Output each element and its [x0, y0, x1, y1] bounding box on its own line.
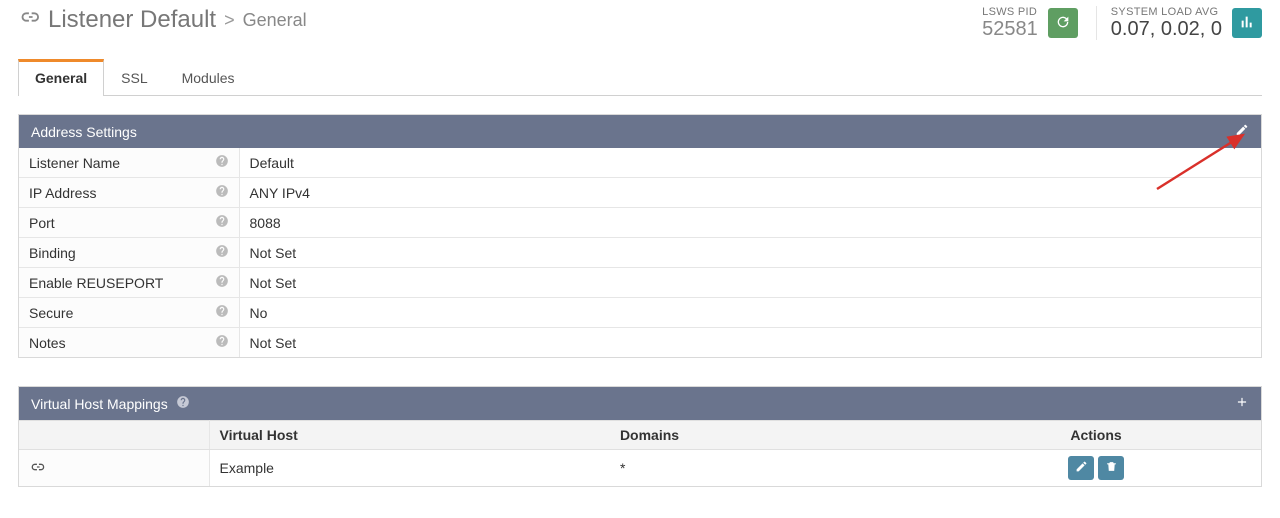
row-label: Listener Name: [29, 155, 120, 171]
breadcrumb: Listener Default > General: [18, 6, 307, 34]
help-icon[interactable]: [215, 154, 229, 171]
row-label: Binding: [29, 245, 76, 261]
page-title-sub: General: [243, 10, 307, 31]
edit-address-settings-button[interactable]: [1235, 123, 1249, 140]
edit-mapping-button[interactable]: [1068, 456, 1094, 480]
help-icon[interactable]: [176, 395, 190, 412]
panel-title: Virtual Host Mappings: [31, 396, 168, 412]
delete-mapping-button[interactable]: [1098, 456, 1124, 480]
help-icon[interactable]: [215, 244, 229, 261]
add-vhost-mapping-button[interactable]: [1235, 395, 1249, 412]
link-icon: [29, 462, 45, 478]
row-label: Secure: [29, 305, 73, 321]
table-row: Enable REUSEPORT Not Set: [19, 268, 1261, 298]
plus-icon: [1235, 395, 1249, 412]
row-label: IP Address: [29, 185, 96, 201]
stat-load-value: 0.07, 0.02, 0: [1111, 18, 1222, 40]
table-row: IP Address ANY IPv4: [19, 178, 1261, 208]
row-value: No: [239, 298, 1261, 328]
row-label: Port: [29, 215, 55, 231]
bar-chart-icon: [1239, 14, 1255, 33]
help-icon[interactable]: [215, 274, 229, 291]
row-value: ANY IPv4: [239, 178, 1261, 208]
table-row: Listener Name Default: [19, 148, 1261, 178]
row-value: Not Set: [239, 328, 1261, 358]
panel-title: Address Settings: [31, 124, 137, 140]
address-settings-table: Listener NameDefaultIP AddressANY IPv4Po…: [19, 148, 1261, 357]
stats-button[interactable]: [1232, 8, 1262, 38]
edit-icon: [1235, 123, 1249, 140]
stat-pid-label: LSWS PID: [982, 6, 1038, 18]
tabs: General SSL Modules: [18, 58, 1262, 96]
row-label: Enable REUSEPORT: [29, 275, 163, 291]
stat-pid-value: 52581: [982, 18, 1038, 40]
edit-icon: [1075, 460, 1088, 476]
help-icon[interactable]: [215, 304, 229, 321]
col-vhost: Virtual Host: [209, 421, 610, 450]
link-icon: [18, 6, 40, 34]
help-icon[interactable]: [215, 184, 229, 201]
trash-icon: [1105, 460, 1118, 476]
col-actions: Actions: [931, 421, 1261, 450]
help-icon[interactable]: [215, 334, 229, 351]
table-row: Example*: [19, 450, 1261, 487]
row-label: Notes: [29, 335, 66, 351]
stat-lsws-pid: LSWS PID 52581: [968, 6, 1078, 40]
restart-button[interactable]: [1048, 8, 1078, 38]
stat-system-load: SYSTEM LOAD AVG 0.07, 0.02, 0: [1096, 6, 1262, 40]
stat-load-label: SYSTEM LOAD AVG: [1111, 6, 1222, 18]
refresh-icon: [1055, 14, 1071, 33]
table-row: Secure No: [19, 298, 1261, 328]
cell-domains: *: [610, 450, 931, 487]
tab-ssl[interactable]: SSL: [104, 59, 164, 96]
cell-vhost: Example: [209, 450, 610, 487]
panel-address-settings: Address Settings Listener NameDefaultIP …: [18, 114, 1262, 358]
col-domains: Domains: [610, 421, 931, 450]
panel-vhost-mappings: Virtual Host Mappings Virtual Host Domai…: [18, 386, 1262, 487]
tab-modules[interactable]: Modules: [165, 59, 252, 96]
row-value: Not Set: [239, 268, 1261, 298]
row-value: Not Set: [239, 238, 1261, 268]
table-row: Notes Not Set: [19, 328, 1261, 358]
tab-general[interactable]: General: [18, 59, 104, 96]
help-icon[interactable]: [215, 214, 229, 231]
page-title-main: Listener Default: [48, 6, 216, 34]
row-value: 8088: [239, 208, 1261, 238]
row-value: Default: [239, 148, 1261, 178]
table-row: Binding Not Set: [19, 238, 1261, 268]
table-row: Port 8088: [19, 208, 1261, 238]
breadcrumb-separator: >: [224, 10, 235, 31]
vhost-mappings-table: Virtual Host Domains Actions Example*: [19, 420, 1261, 486]
